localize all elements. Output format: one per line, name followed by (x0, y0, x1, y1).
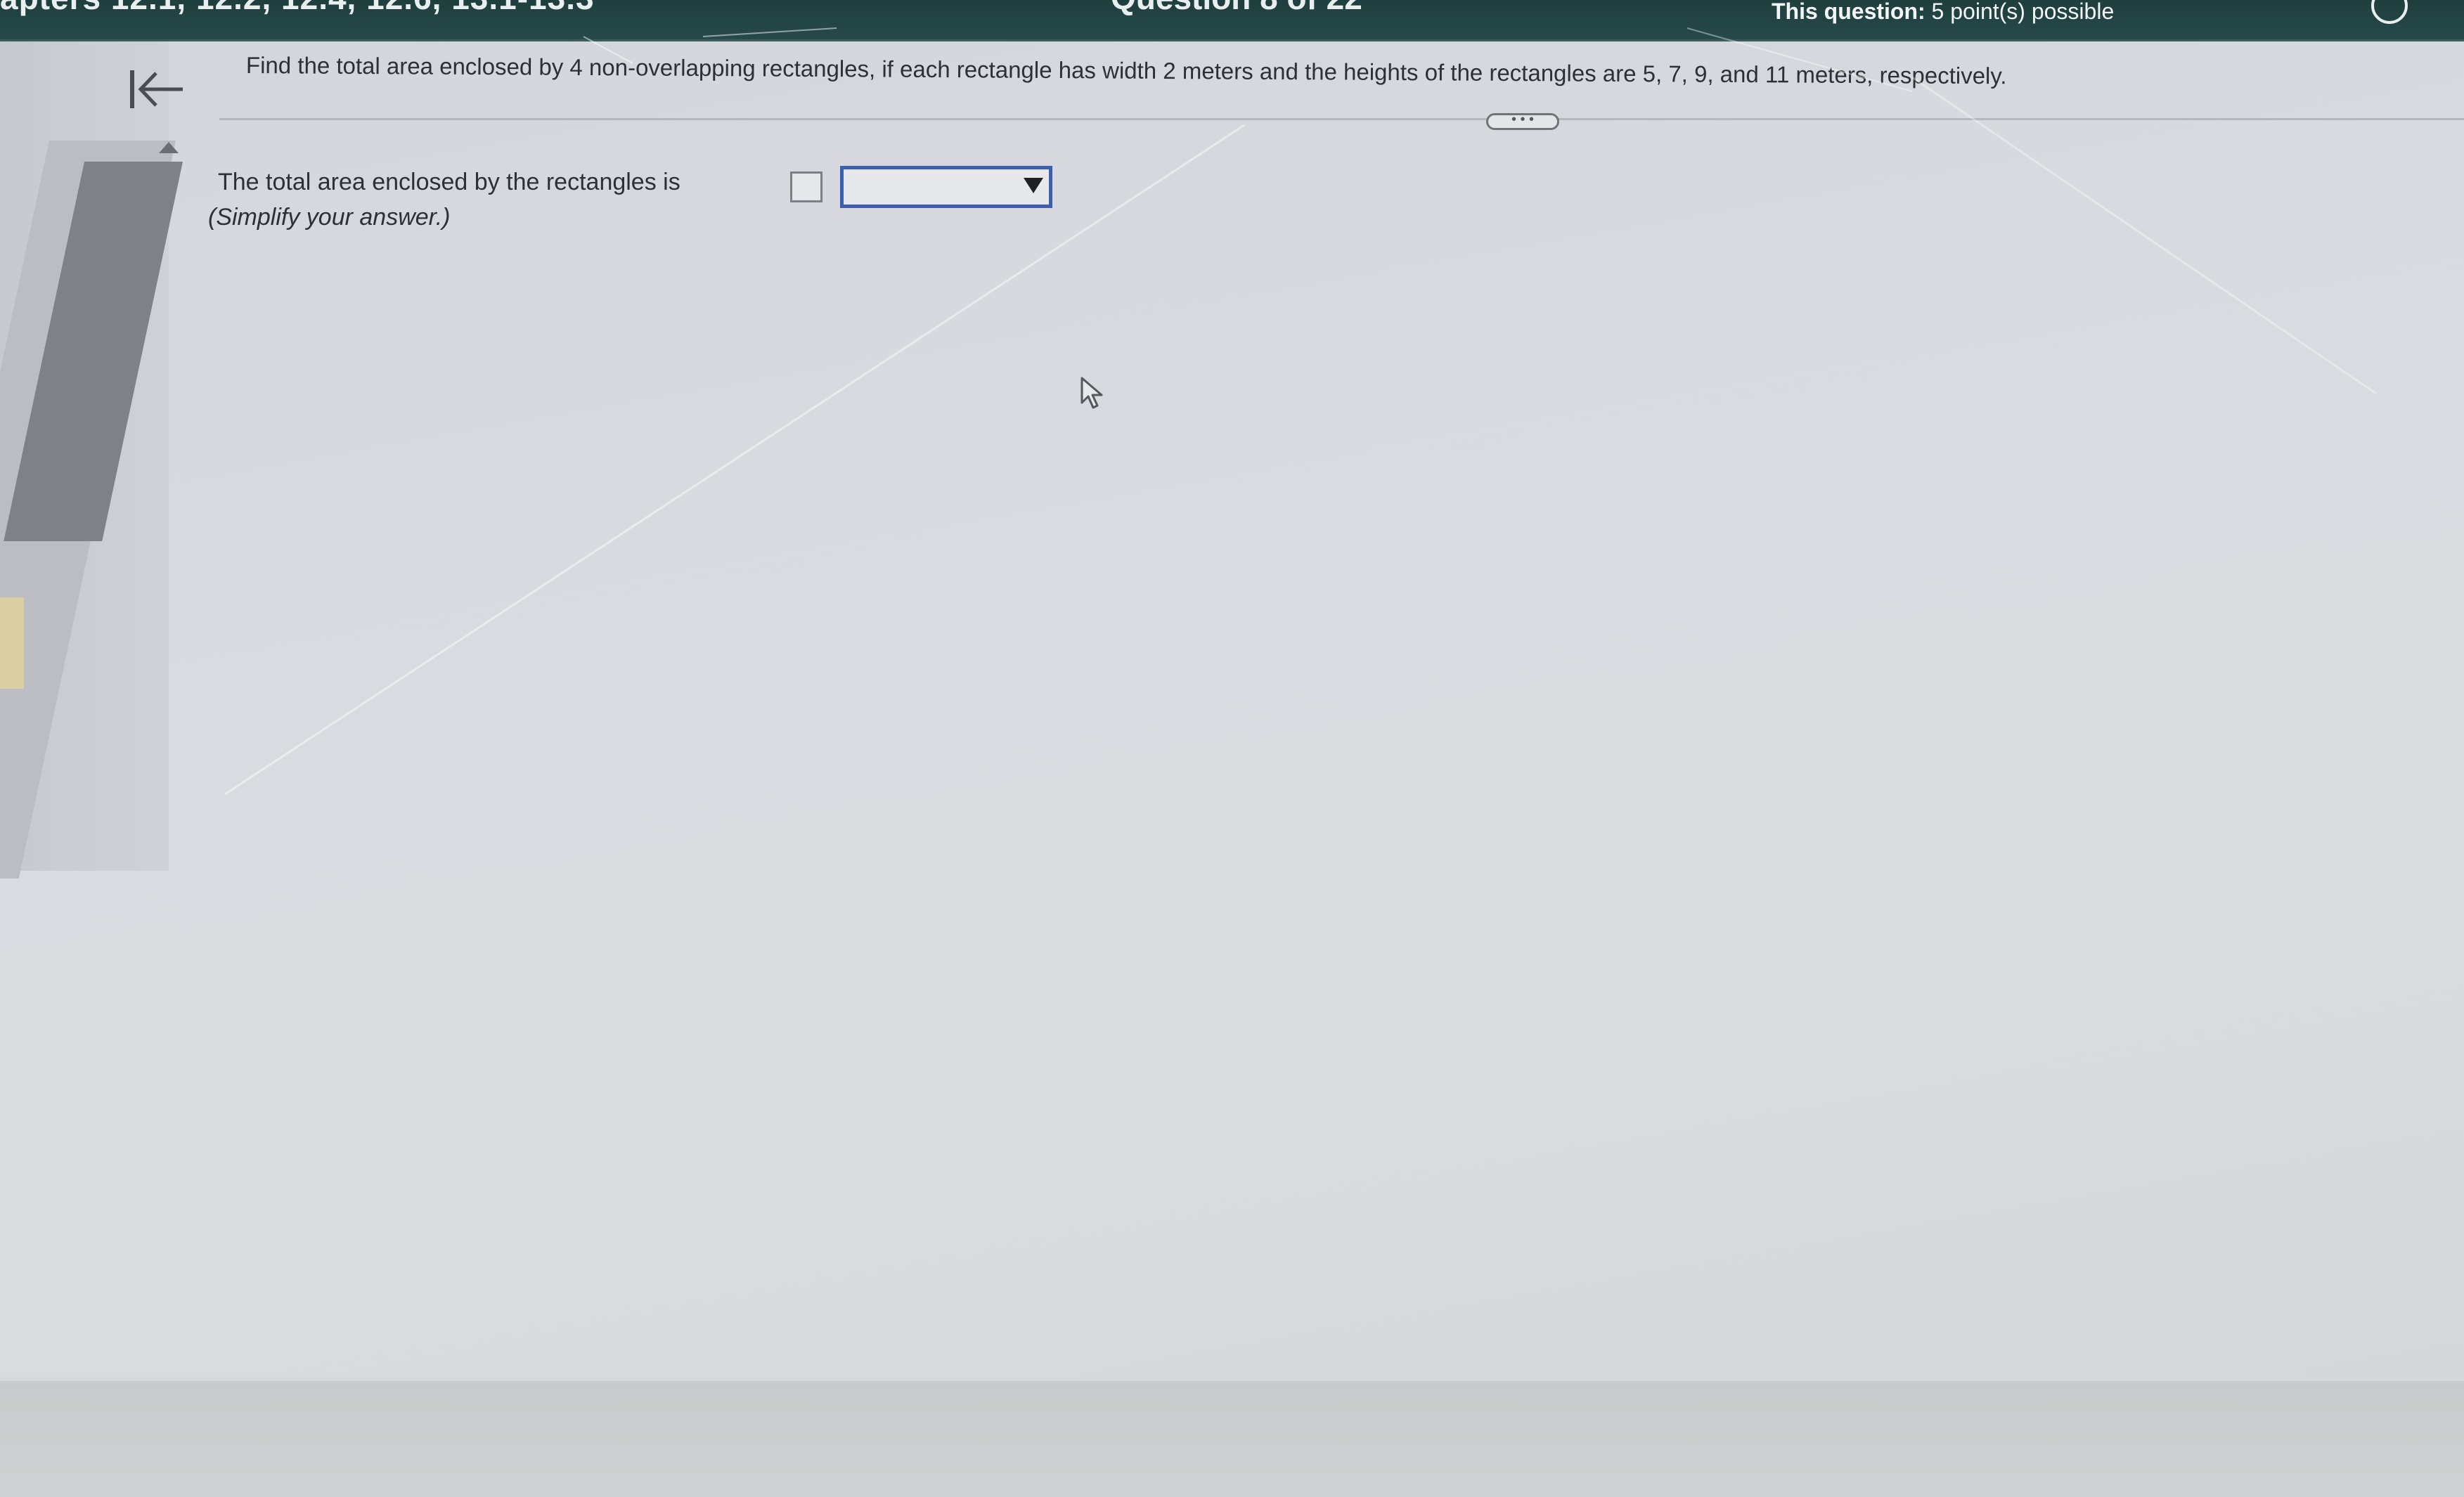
unit-dropdown[interactable] (840, 166, 1052, 208)
points-label: This question: (1772, 0, 1926, 24)
answer-prompt: The total area enclosed by the rectangle… (218, 169, 680, 195)
points-info: This question: 5 point(s) possible (1772, 0, 2114, 25)
side-tab (0, 597, 24, 689)
scroll-up-icon[interactable] (159, 142, 179, 153)
collapse-left-icon[interactable] (125, 65, 188, 114)
answer-instruction: (Simplify your answer.) (208, 204, 451, 231)
settings-icon[interactable] (2371, 0, 2408, 24)
points-value: 5 point(s) possible (1931, 0, 2115, 24)
screen-bezel (0, 1381, 2464, 1497)
expand-more-button[interactable]: • • • (1486, 112, 1559, 130)
chevron-down-icon (1024, 178, 1043, 193)
question-screen (0, 41, 2464, 1377)
divider (219, 118, 2464, 120)
mouse-cursor-icon (1081, 377, 1103, 409)
question-navigator[interactable]: Question 8 of 22 (1111, 0, 1362, 17)
top-bar: apters 12.1, 12.2, 12.4, 12.6, 13.1-13.3… (0, 0, 2464, 41)
assignment-title: apters 12.1, 12.2, 12.4, 12.6, 13.1-13.3 (0, 0, 595, 17)
answer-input[interactable] (790, 171, 823, 202)
